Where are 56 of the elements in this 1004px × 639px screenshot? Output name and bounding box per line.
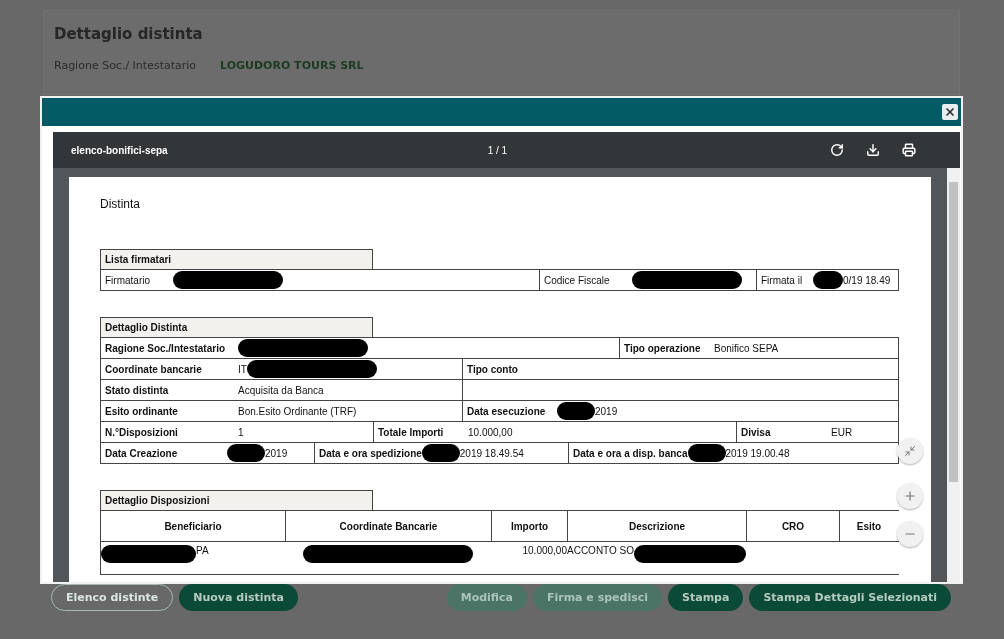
- cell-value: 1: [238, 426, 244, 438]
- column-header: Importo: [491, 511, 567, 541]
- cell-value: 2019: [595, 405, 618, 417]
- nav-button[interactable]: Nuova distinta: [179, 584, 298, 611]
- column-header: Beneficiario: [163, 519, 223, 534]
- plus-icon: [903, 489, 917, 503]
- cell-value: Acquisita da Banca: [238, 384, 324, 396]
- action-button[interactable]: Stampa Dettagli Selezionati: [749, 584, 951, 611]
- field-label: Ragione Soc./ Intestatario: [54, 59, 197, 72]
- column-header: Coordinate Bancarie: [285, 511, 491, 541]
- cell-label: N.°Disposizioni: [105, 426, 179, 438]
- section-heading: Dettaglio Disposizioni: [100, 490, 373, 510]
- column-header: Descrizione: [567, 511, 746, 541]
- cell-value: 2019 18.49.54: [459, 447, 524, 459]
- cell-value: PA: [196, 545, 209, 556]
- print-icon[interactable]: [902, 143, 916, 157]
- close-icon: [944, 106, 956, 118]
- cell-value: 2019: [265, 447, 288, 459]
- cell-label: Totale Importi: [378, 426, 445, 438]
- section-heading: Lista firmatari: [100, 249, 373, 269]
- close-button[interactable]: [942, 104, 958, 120]
- document-title: Distinta: [100, 197, 140, 211]
- cell-value: 10.000,00: [468, 426, 513, 438]
- page-title: Dettaglio distinta: [54, 25, 203, 43]
- cell-value: 0/19 18.49: [843, 274, 891, 286]
- cell-label: Tipo conto: [467, 363, 519, 375]
- cell-value: 2019 19.00.48: [725, 447, 790, 459]
- cell-label: Data esecuzione: [467, 405, 547, 417]
- cell-label: Coordinate bancarie: [105, 363, 203, 375]
- file-name: elenco-bonifici-sepa: [71, 144, 168, 156]
- cell-label: Tipo operazione: [624, 342, 702, 354]
- cell-value: 10.000,00: [522, 545, 567, 556]
- section-heading: Dettaglio Distinta: [100, 317, 373, 337]
- cell-value: Bonifico SEPA: [714, 342, 779, 354]
- fit-page-icon: [904, 445, 916, 457]
- column-header: CRO: [746, 511, 839, 541]
- page-counter: 1 / 1: [487, 144, 508, 156]
- rotate-icon[interactable]: [830, 143, 844, 157]
- action-button[interactable]: Stampa: [668, 584, 744, 611]
- cell-value: Bon.Esito Ordinante (TRF): [238, 405, 357, 417]
- field-value: LOGUDORO TOURS SRL: [220, 59, 364, 72]
- cell-label: Data e ora a disp. banca: [573, 447, 688, 459]
- cell-label: Codice Fiscale: [544, 274, 611, 286]
- download-icon[interactable]: [866, 143, 880, 157]
- cell-label: Firmatario: [105, 274, 151, 286]
- cell-label: Data e ora spedizione: [319, 447, 422, 459]
- cell-label: Data Creazione: [105, 447, 179, 459]
- cell-value: ACCONTO SO: [567, 545, 635, 556]
- cell-label: Divisa: [741, 426, 772, 438]
- scrollbar[interactable]: [947, 168, 960, 582]
- cell-label: Stato distinta: [105, 384, 170, 396]
- cell-label: Firmata il: [761, 274, 804, 286]
- cell-value: IT: [238, 363, 247, 375]
- cell-label: Ragione Soc./Intestatario: [105, 342, 227, 354]
- cell-value: EUR: [831, 426, 853, 438]
- cell-label: Esito ordinante: [105, 405, 179, 417]
